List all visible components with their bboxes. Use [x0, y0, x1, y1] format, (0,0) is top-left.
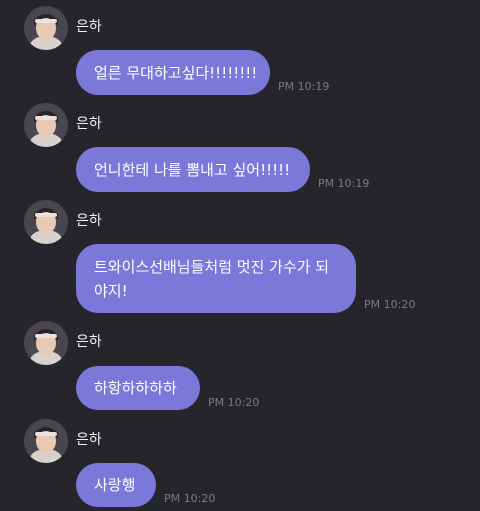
- message-bubble[interactable]: 사랑행: [76, 463, 156, 507]
- user-avatar-icon: [24, 419, 68, 463]
- message-bubble[interactable]: 얼른 무대하고싶다!!!!!!!!: [76, 50, 270, 95]
- message-timestamp: PM 10:20: [164, 492, 216, 505]
- avatar[interactable]: [24, 103, 68, 147]
- message-bubble[interactable]: 트와이스선배님들처럼 멋진 가수가 되야지!: [76, 244, 356, 313]
- message-bubble[interactable]: 하항하하하하: [76, 366, 200, 410]
- avatar[interactable]: [24, 6, 68, 50]
- user-avatar-icon: [24, 6, 68, 50]
- sender-name: 은하: [76, 116, 102, 132]
- message-bubble[interactable]: 언니한테 나를 뽐내고 싶어!!!!!: [76, 147, 310, 192]
- sender-name: 은하: [76, 432, 102, 448]
- message-timestamp: PM 10:20: [364, 298, 416, 311]
- message-timestamp: PM 10:19: [318, 177, 370, 190]
- chat-thread: 은하 얼른 무대하고싶다!!!!!!!! PM 10:19 은하 언니한테 나를…: [0, 0, 480, 511]
- sender-name: 은하: [76, 213, 102, 229]
- sender-name: 은하: [76, 334, 102, 350]
- message-timestamp: PM 10:20: [208, 396, 260, 409]
- user-avatar-icon: [24, 103, 68, 147]
- avatar[interactable]: [24, 419, 68, 463]
- avatar[interactable]: [24, 200, 68, 244]
- sender-name: 은하: [76, 19, 102, 35]
- message-timestamp: PM 10:19: [278, 80, 330, 93]
- user-avatar-icon: [24, 200, 68, 244]
- avatar[interactable]: [24, 321, 68, 365]
- user-avatar-icon: [24, 321, 68, 365]
